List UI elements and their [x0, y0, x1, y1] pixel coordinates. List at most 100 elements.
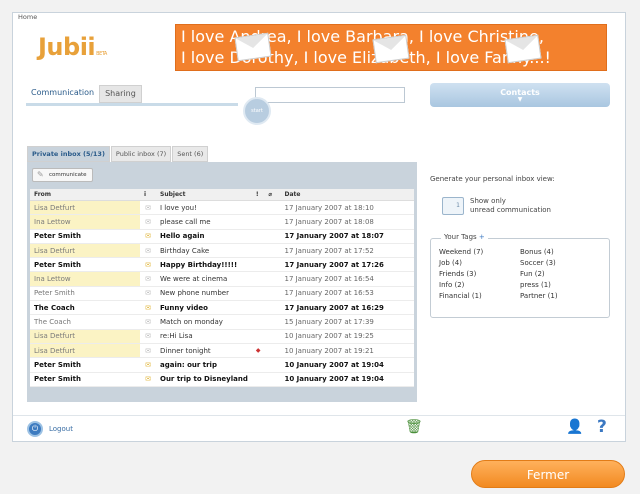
tag-link[interactable]: Friends (3) — [439, 270, 520, 278]
header-icon[interactable]: i — [140, 189, 156, 201]
help-icon[interactable]: ? — [597, 417, 607, 437]
table-row[interactable]: Ina Lettow ✉ We were at cinema 17 January 2… — [30, 271, 414, 287]
envelope-icon: ✉ — [140, 329, 156, 344]
row-date: 17 January 2007 at 18:08 — [280, 214, 414, 230]
table-row[interactable]: Lisa Detfurt ✉ Dinner tonight ◆ 10 January 2… — [30, 343, 414, 359]
row-from: The Coach — [30, 300, 140, 316]
row-from: Ina Lettow — [30, 271, 140, 287]
row-attachment — [264, 329, 281, 344]
tag-link[interactable]: Weekend (7) — [439, 248, 520, 256]
row-subject: New phone number — [156, 286, 252, 302]
user-icon[interactable]: 👤 — [566, 419, 583, 437]
row-from: Lisa Detfurt — [30, 343, 140, 359]
envelope-icon: ✉ — [140, 200, 156, 216]
tags-grid: Weekend (7) Bonus (4) Job (4) Soccer (3) Fri… — [439, 248, 601, 300]
table-row[interactable]: Ina Lettow ✉ please call me 17 January 2007… — [30, 214, 414, 230]
table-row[interactable]: Peter Smith ✉ again: our trip 10 January 20… — [30, 357, 414, 373]
header-from[interactable]: From — [30, 189, 140, 201]
jubii-logo: JubiiBETA — [38, 33, 107, 61]
row-subject: Happy Birthday!!!!! — [156, 257, 252, 273]
logout-label: Logout — [49, 425, 73, 433]
row-subject: I love you! — [156, 200, 252, 216]
row-subject: Match on monday — [156, 314, 252, 330]
row-flag — [251, 357, 265, 373]
row-attachment — [264, 257, 281, 273]
row-attachment — [264, 343, 281, 359]
header-flag[interactable]: ! — [251, 189, 265, 201]
unread-filter[interactable]: Show only unread communication — [442, 197, 551, 215]
tag-link[interactable]: Soccer (3) — [520, 259, 601, 267]
row-from: Peter Smith — [30, 286, 140, 302]
trash-icon[interactable]: 🗑 — [405, 419, 423, 437]
row-attachment — [264, 214, 281, 230]
table-row[interactable]: Lisa Detfurt ✉ Birthday Cake 17 January 200… — [30, 243, 414, 259]
breadcrumb[interactable]: Home — [18, 13, 37, 21]
table-row[interactable]: Peter Smith ✉ Our trip to Disneyland 10 Jan… — [30, 372, 414, 387]
search-input[interactable] — [255, 87, 405, 103]
table-row[interactable]: Peter Smith ✉ Hello again 17 January 2007 a… — [30, 229, 414, 244]
envelope-icon: ✉ — [140, 214, 156, 230]
row-flag — [251, 257, 265, 273]
row-subject: We were at cinema — [156, 271, 252, 287]
logout-button[interactable]: ⏻ Logout — [27, 421, 73, 437]
tab-private-inbox[interactable]: Private inbox (5/13) — [27, 146, 110, 162]
tab-public-inbox[interactable]: Public inbox (7) — [110, 146, 172, 162]
row-flag — [251, 314, 265, 330]
tag-link[interactable]: Fun (2) — [520, 270, 601, 278]
add-tag-icon[interactable]: + — [479, 233, 485, 241]
paperclip-icon: ⌀ — [268, 191, 273, 198]
tag-link[interactable]: Job (4) — [439, 259, 520, 267]
row-attachment — [264, 243, 281, 259]
table-row[interactable]: Peter Smith ✉ New phone number 17 January 2… — [30, 286, 414, 302]
row-from: Peter Smith — [30, 257, 140, 273]
table-row[interactable]: The Coach ✉ Funny video 17 January 2007 at … — [30, 300, 414, 316]
main-tabs: Communication Sharing — [26, 85, 142, 103]
row-date: 17 January 2007 at 18:07 — [280, 229, 414, 244]
tab-underline — [26, 103, 238, 106]
tag-link[interactable]: Info (2) — [439, 281, 520, 289]
row-flag: ◆ — [251, 343, 265, 359]
row-subject: Our trip to Disneyland — [156, 372, 252, 387]
row-date: 17 January 2007 at 18:10 — [280, 200, 414, 216]
contacts-button[interactable]: Contacts ▼ — [430, 83, 610, 107]
tags-title-text: Your Tags — [444, 233, 477, 241]
row-date: 17 January 2007 at 16:29 — [280, 300, 414, 316]
tag-link[interactable]: Bonus (4) — [520, 248, 601, 256]
tag-link[interactable]: Financial (1) — [439, 292, 520, 300]
table-row[interactable]: Lisa Detfurt ✉ re:Hi Lisa 10 January 2007 a… — [30, 329, 414, 344]
inbox-panel: communicate From i Subject ! ⌀ Date Lisa… — [27, 162, 417, 402]
envelope-icon: ✉ — [140, 357, 156, 373]
tab-sharing[interactable]: Sharing — [99, 85, 142, 103]
envelope-icon: ✉ — [140, 314, 156, 330]
close-button[interactable]: Fermer — [471, 460, 625, 488]
row-subject: Birthday Cake — [156, 243, 252, 259]
table-row[interactable]: Peter Smith ✉ Happy Birthday!!!!! 17 Januar… — [30, 257, 414, 273]
unread-line-2: unread communication — [470, 206, 551, 214]
row-date: 10 January 2007 at 19:04 — [280, 372, 414, 387]
header-attachment[interactable]: ⌀ — [264, 189, 281, 201]
unread-filter-text: Show only unread communication — [470, 197, 551, 215]
tags-title: Your Tags + — [441, 233, 488, 241]
row-from: Lisa Detfurt — [30, 200, 140, 216]
tab-communication[interactable]: Communication — [26, 85, 100, 103]
table-row[interactable]: Lisa Detfurt ✉ I love you! 17 January 2007 … — [30, 200, 414, 216]
power-icon: ⏻ — [27, 421, 43, 437]
communicate-button[interactable]: communicate — [32, 168, 93, 182]
envelope-icon: ✉ — [140, 271, 156, 287]
chevron-down-icon: ▼ — [517, 96, 523, 103]
header-date[interactable]: Date — [280, 189, 414, 201]
row-from: Peter Smith — [30, 357, 140, 373]
row-flag — [251, 214, 265, 230]
footer-divider — [13, 415, 625, 416]
tag-link[interactable]: Partner (1) — [520, 292, 601, 300]
header-subject[interactable]: Subject — [156, 189, 252, 201]
tag-link[interactable]: press (1) — [520, 281, 601, 289]
row-from: Lisa Detfurt — [30, 329, 140, 344]
row-date: 17 January 2007 at 17:26 — [280, 257, 414, 273]
search-button[interactable]: start — [243, 97, 271, 125]
table-row[interactable]: The Coach ✉ Match on monday 15 January 2007… — [30, 314, 414, 330]
row-attachment — [264, 271, 281, 287]
inbox-tabs: Private inbox (5/13) Public inbox (7) Se… — [27, 146, 209, 162]
row-from: Peter Smith — [30, 229, 140, 244]
tab-sent[interactable]: Sent (6) — [172, 146, 209, 162]
